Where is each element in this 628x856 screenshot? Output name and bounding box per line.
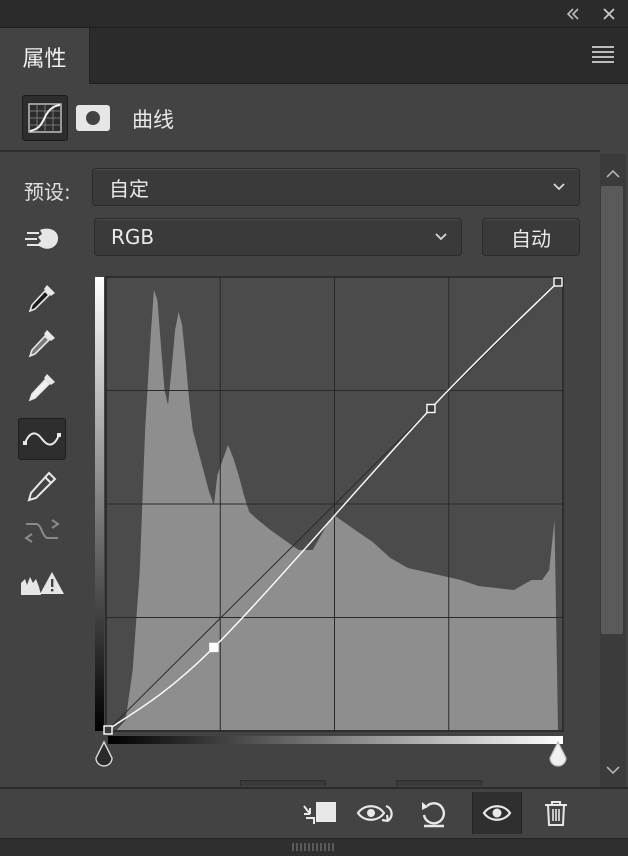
view-previous-state-icon[interactable] — [354, 792, 398, 834]
tab-properties[interactable]: 属性 — [0, 28, 90, 85]
preset-select[interactable]: 自定 — [92, 168, 580, 206]
smooth-curve-icon[interactable] — [18, 510, 66, 552]
chevron-down-icon — [553, 183, 565, 191]
curve-control-point[interactable] — [426, 403, 436, 414]
preset-value: 自定 — [109, 176, 149, 201]
chevron-down-icon — [435, 233, 447, 241]
layer-mask-icon[interactable] — [76, 105, 110, 131]
white-point-eyedropper-icon[interactable] — [18, 366, 66, 408]
reset-icon[interactable] — [412, 792, 456, 834]
channel-select[interactable]: RGB — [94, 218, 462, 256]
tab-row: 属性 — [0, 28, 628, 85]
auto-button[interactable]: 自动 — [482, 218, 580, 256]
scroll-down-icon[interactable] — [604, 762, 622, 778]
target-adjust-hand-icon[interactable] — [18, 218, 66, 260]
output-gradient-bar — [95, 277, 104, 731]
panel-title-bar — [0, 0, 628, 28]
double-chevron-left-icon[interactable] — [562, 4, 584, 24]
close-icon[interactable] — [598, 4, 620, 24]
input-gradient-bar — [108, 736, 563, 744]
black-point-eyedropper-icon[interactable] — [18, 277, 66, 319]
preset-label: 预设: — [24, 180, 71, 204]
black-point-slider[interactable] — [94, 740, 114, 770]
visibility-eye-icon[interactable] — [472, 792, 522, 834]
scrollbar-thumb[interactable] — [601, 186, 623, 634]
gray-point-eyedropper-icon[interactable] — [18, 322, 66, 364]
adjustment-title: 曲线 — [132, 108, 174, 132]
curve-control-point[interactable] — [209, 642, 219, 653]
tab-properties-label: 属性 — [22, 46, 67, 72]
collapsed-tab — [240, 780, 326, 786]
trash-icon[interactable] — [534, 792, 578, 834]
hamburger-menu-icon[interactable] — [592, 46, 614, 64]
curve-edit-points-icon[interactable] — [18, 418, 66, 460]
pencil-draw-icon[interactable] — [18, 465, 66, 507]
curves-graph[interactable] — [94, 276, 570, 746]
scroll-up-icon[interactable] — [604, 166, 622, 182]
channel-value: RGB — [111, 225, 155, 249]
resize-grip[interactable] — [0, 838, 628, 856]
clipping-warning-icon[interactable] — [18, 562, 66, 604]
curves-adjustment-icon[interactable] — [22, 95, 68, 141]
header-divider — [0, 150, 600, 152]
white-point-slider[interactable] — [548, 740, 568, 770]
auto-button-label: 自动 — [511, 226, 551, 251]
curve-control-point[interactable] — [553, 277, 563, 287]
collapsed-tab — [396, 780, 482, 786]
clip-to-layer-icon[interactable] — [298, 792, 342, 834]
curve-control-point[interactable] — [103, 725, 113, 735]
